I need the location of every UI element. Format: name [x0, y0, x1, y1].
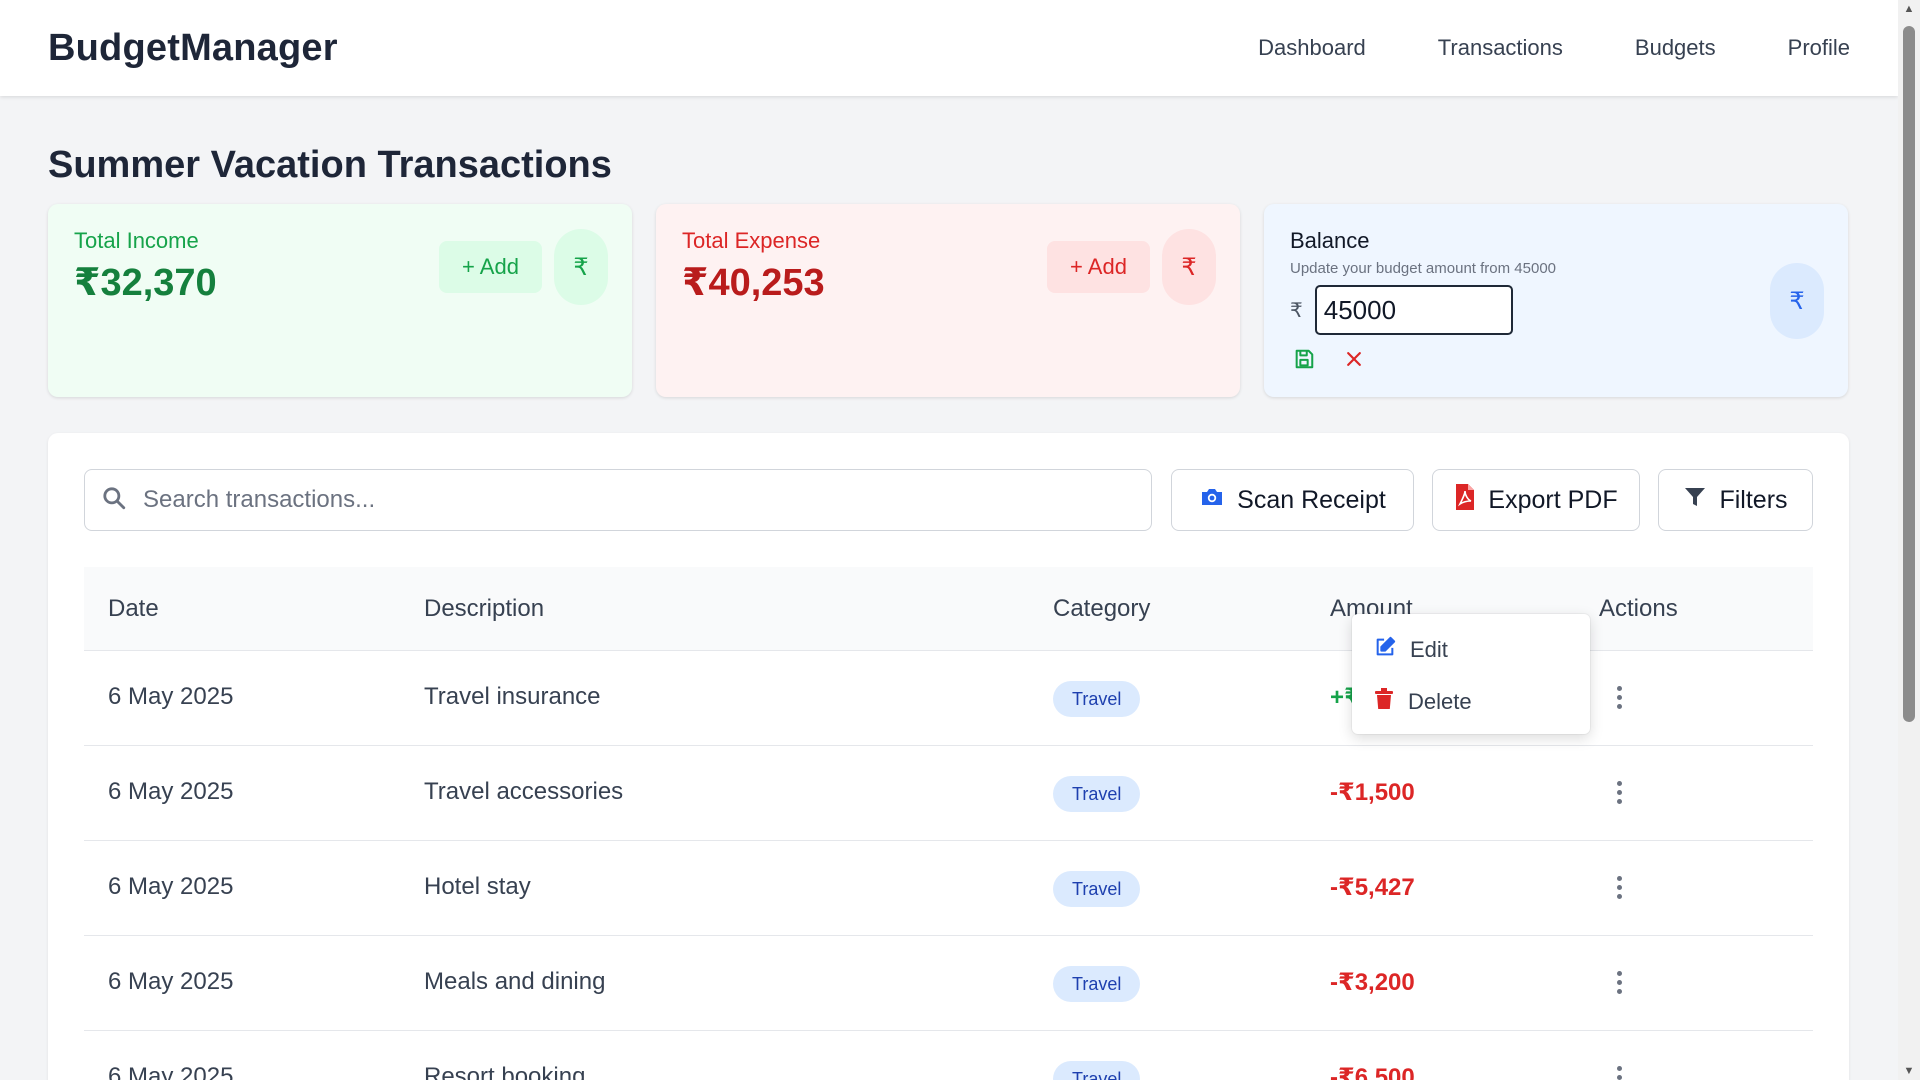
close-icon[interactable] — [1342, 347, 1366, 371]
category-badge: Travel — [1053, 1061, 1141, 1080]
filter-icon — [1683, 485, 1707, 516]
row-amount: -₹6,500 — [1330, 1064, 1415, 1080]
row-description: Resort booking — [424, 1063, 586, 1080]
scroll-thumb[interactable] — [1903, 26, 1915, 722]
rupee-icon: ₹ — [1162, 229, 1216, 305]
balance-amount-input[interactable] — [1314, 285, 1513, 335]
balance-label: Balance — [1290, 228, 1370, 253]
trash-icon — [1374, 688, 1394, 716]
column-actions: Actions — [1599, 595, 1678, 622]
scroll-down-arrow-icon[interactable]: ▼ — [1898, 1062, 1920, 1080]
balance-edit-actions — [1292, 347, 1822, 371]
total-expense-card: Total Expense ₹40,253 + Add ₹ — [656, 204, 1240, 397]
add-income-button[interactable]: + Add — [439, 241, 542, 293]
export-pdf-button[interactable]: Export PDF — [1432, 469, 1640, 531]
nav-budgets[interactable]: Budgets — [1635, 35, 1716, 61]
total-income-card: Total Income ₹32,370 + Add ₹ — [48, 204, 632, 397]
table-row[interactable]: 6 May 2025 Meals and dining Travel -₹3,2… — [84, 936, 1813, 1031]
rupee-icon: ₹ — [1770, 263, 1824, 339]
balance-hint: Update your budget amount from 45000 — [1290, 260, 1557, 277]
row-description: Travel accessories — [424, 778, 624, 805]
kebab-icon[interactable] — [1607, 679, 1631, 715]
row-date: 6 May 2025 — [108, 968, 234, 995]
category-badge: Travel — [1053, 776, 1141, 812]
column-category[interactable]: Category — [1053, 595, 1150, 623]
top-header: BudgetManager Dashboard Transactions Bud… — [0, 0, 1898, 96]
menu-edit[interactable]: Edit — [1352, 624, 1590, 676]
table-row[interactable]: 6 May 2025 Resort booking Travel -₹6,500 — [84, 1031, 1813, 1080]
menu-delete-label: Delete — [1408, 689, 1472, 714]
row-date: 6 May 2025 — [108, 873, 234, 900]
category-badge: Travel — [1053, 681, 1141, 717]
pdf-icon — [1454, 483, 1476, 518]
currency-prefix: ₹ — [1290, 299, 1303, 322]
scan-receipt-button[interactable]: Scan Receipt — [1171, 469, 1414, 531]
row-amount: -₹5,427 — [1330, 874, 1415, 901]
add-expense-button[interactable]: + Add — [1047, 241, 1150, 293]
main-nav: Dashboard Transactions Budgets Profile — [1258, 35, 1850, 61]
export-pdf-label: Export PDF — [1488, 485, 1618, 514]
kebab-icon[interactable] — [1607, 964, 1631, 1000]
scan-receipt-label: Scan Receipt — [1237, 485, 1386, 514]
menu-edit-label: Edit — [1410, 637, 1448, 662]
column-date[interactable]: Date — [108, 595, 159, 623]
search-box[interactable] — [84, 469, 1152, 531]
menu-delete[interactable]: Delete — [1352, 676, 1590, 728]
brand-logo[interactable]: BudgetManager — [48, 27, 338, 70]
rupee-icon: ₹ — [554, 229, 608, 305]
filters-button[interactable]: Filters — [1658, 469, 1813, 531]
save-icon[interactable] — [1292, 347, 1316, 371]
category-badge: Travel — [1053, 871, 1141, 907]
kebab-icon[interactable] — [1607, 1059, 1631, 1080]
row-description: Travel insurance — [424, 683, 601, 710]
nav-profile[interactable]: Profile — [1788, 35, 1850, 61]
balance-card: Balance Update your budget amount from 4… — [1264, 204, 1848, 397]
column-description[interactable]: Description — [424, 595, 544, 623]
camera-icon — [1199, 485, 1225, 516]
search-icon — [101, 485, 127, 516]
balance-edit-row: ₹ — [1290, 285, 1822, 335]
page-title: Summer Vacation Transactions — [48, 144, 612, 186]
row-date: 6 May 2025 — [108, 1063, 234, 1080]
nav-transactions[interactable]: Transactions — [1438, 35, 1563, 61]
page-scrollbar[interactable]: ▲ ▼ — [1898, 0, 1920, 1080]
table-row[interactable]: 6 May 2025 Travel accessories Travel -₹1… — [84, 746, 1813, 841]
row-amount: -₹3,200 — [1330, 969, 1415, 996]
search-input[interactable] — [143, 486, 1123, 514]
row-amount: -₹1,500 — [1330, 779, 1415, 806]
table-row[interactable]: 6 May 2025 Hotel stay Travel -₹5,427 — [84, 841, 1813, 936]
row-description: Meals and dining — [424, 968, 606, 995]
kebab-icon[interactable] — [1607, 869, 1631, 905]
kebab-icon[interactable] — [1607, 774, 1631, 810]
row-date: 6 May 2025 — [108, 778, 234, 805]
category-badge: Travel — [1053, 966, 1141, 1002]
nav-dashboard[interactable]: Dashboard — [1258, 35, 1366, 61]
row-description: Hotel stay — [424, 873, 531, 900]
row-actions-menu: Edit Delete — [1352, 614, 1590, 734]
filters-label: Filters — [1719, 485, 1788, 514]
row-date: 6 May 2025 — [108, 683, 234, 710]
edit-icon — [1374, 636, 1396, 664]
scroll-up-arrow-icon[interactable]: ▲ — [1898, 0, 1920, 18]
transactions-panel: Scan Receipt Export PDF Filters Date Des… — [48, 433, 1849, 1080]
